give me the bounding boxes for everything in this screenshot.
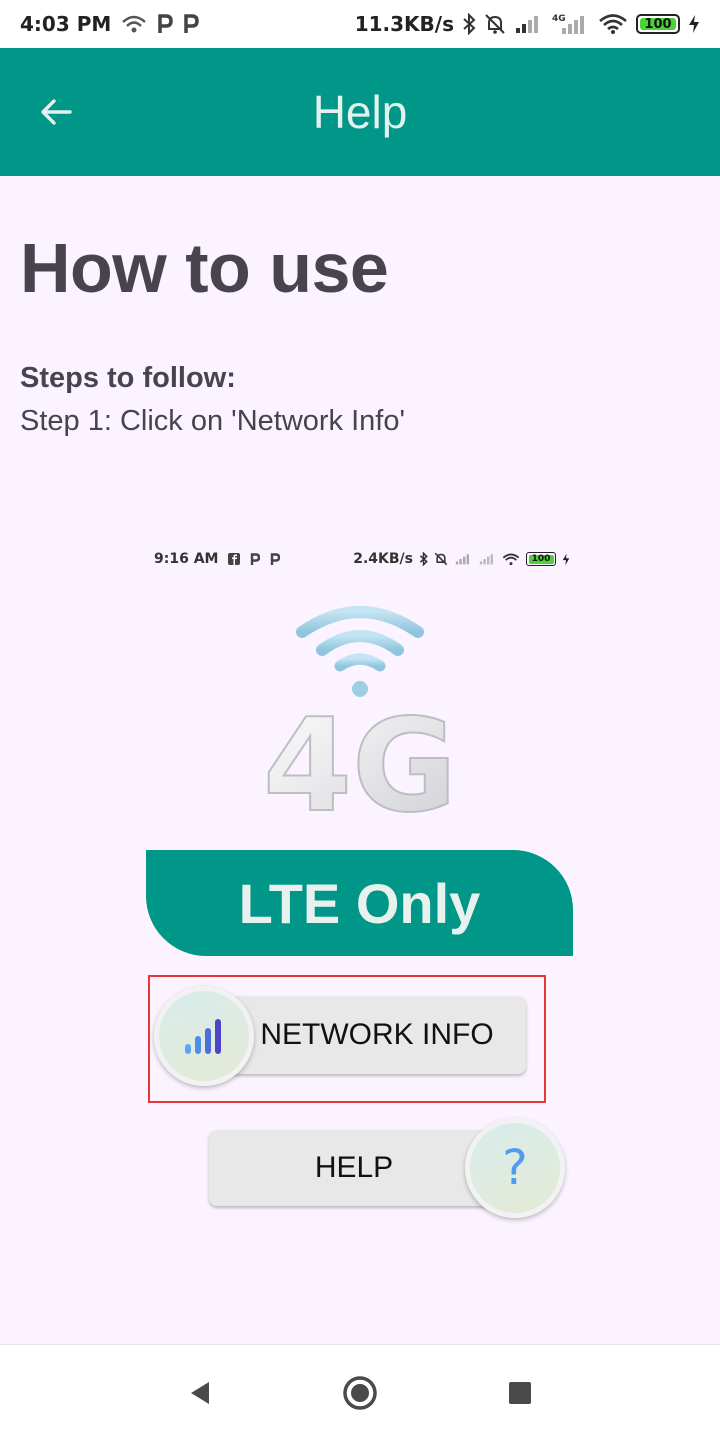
wifi-icon <box>296 606 424 697</box>
facebook-icon <box>228 553 241 565</box>
illustration-battery-level: 100 <box>531 554 551 564</box>
bluetooth-icon <box>419 552 428 566</box>
parking-icon <box>183 14 200 34</box>
nav-recents-icon[interactable] <box>490 1363 550 1423</box>
network-speed: 11.3KB/s <box>354 12 454 36</box>
4g-label: 4G <box>263 692 457 830</box>
app-bar: Help <box>0 48 720 176</box>
heading: How to use <box>20 229 389 307</box>
status-bar: 4:03 PM 11.3KB/s 4G 100 <box>0 0 720 48</box>
battery-icon: 100 <box>526 552 556 566</box>
wifi-icon <box>502 553 520 566</box>
back-arrow-icon[interactable] <box>36 92 76 132</box>
charging-icon <box>562 553 570 566</box>
step-1-text: Step 1: Click on 'Network Info' <box>20 405 406 437</box>
navigation-bar <box>0 1344 720 1440</box>
charging-icon <box>688 14 700 34</box>
signal-icon <box>454 553 472 565</box>
help-button[interactable]: HELP <box>209 1130 509 1206</box>
signal-icon <box>478 553 496 565</box>
illustration-time: 9:16 AM <box>154 551 219 567</box>
parking-icon <box>250 552 261 566</box>
signal-icon <box>514 14 542 34</box>
hotspot-icon <box>121 14 147 34</box>
parking-icon <box>157 14 174 34</box>
4g-signal-icon: 4G <box>550 12 590 36</box>
bluetooth-icon <box>462 13 476 35</box>
steps-title: Steps to follow: <box>20 362 236 394</box>
question-icon[interactable]: ? <box>465 1118 565 1218</box>
illustration-speed: 2.4KB/s <box>353 551 413 567</box>
battery-level: 100 <box>644 16 672 32</box>
page-title: Help <box>312 86 408 138</box>
nav-back-icon[interactable] <box>170 1363 230 1423</box>
nav-home-icon[interactable] <box>330 1363 390 1423</box>
svg-text:4G: 4G <box>552 14 566 24</box>
network-info-label: NETWORK INFO <box>260 1018 494 1051</box>
4g-wifi-illustration: 4G <box>240 600 480 842</box>
wifi-icon <box>598 13 628 35</box>
battery-icon: 100 <box>636 14 680 34</box>
lte-only-label: LTE Only <box>238 871 481 935</box>
help-label: HELP <box>314 1151 394 1184</box>
illustration-status-bar: 9:16 AM 2.4KB/s 100 <box>140 545 580 573</box>
question-mark: ? <box>502 1140 528 1196</box>
status-time: 4:03 PM <box>20 12 112 36</box>
signal-bars-icon[interactable] <box>154 986 254 1086</box>
lte-only-banner: LTE Only <box>146 850 573 956</box>
alarm-off-icon <box>434 552 448 566</box>
alarm-off-icon <box>484 13 506 35</box>
parking-icon <box>270 552 281 566</box>
